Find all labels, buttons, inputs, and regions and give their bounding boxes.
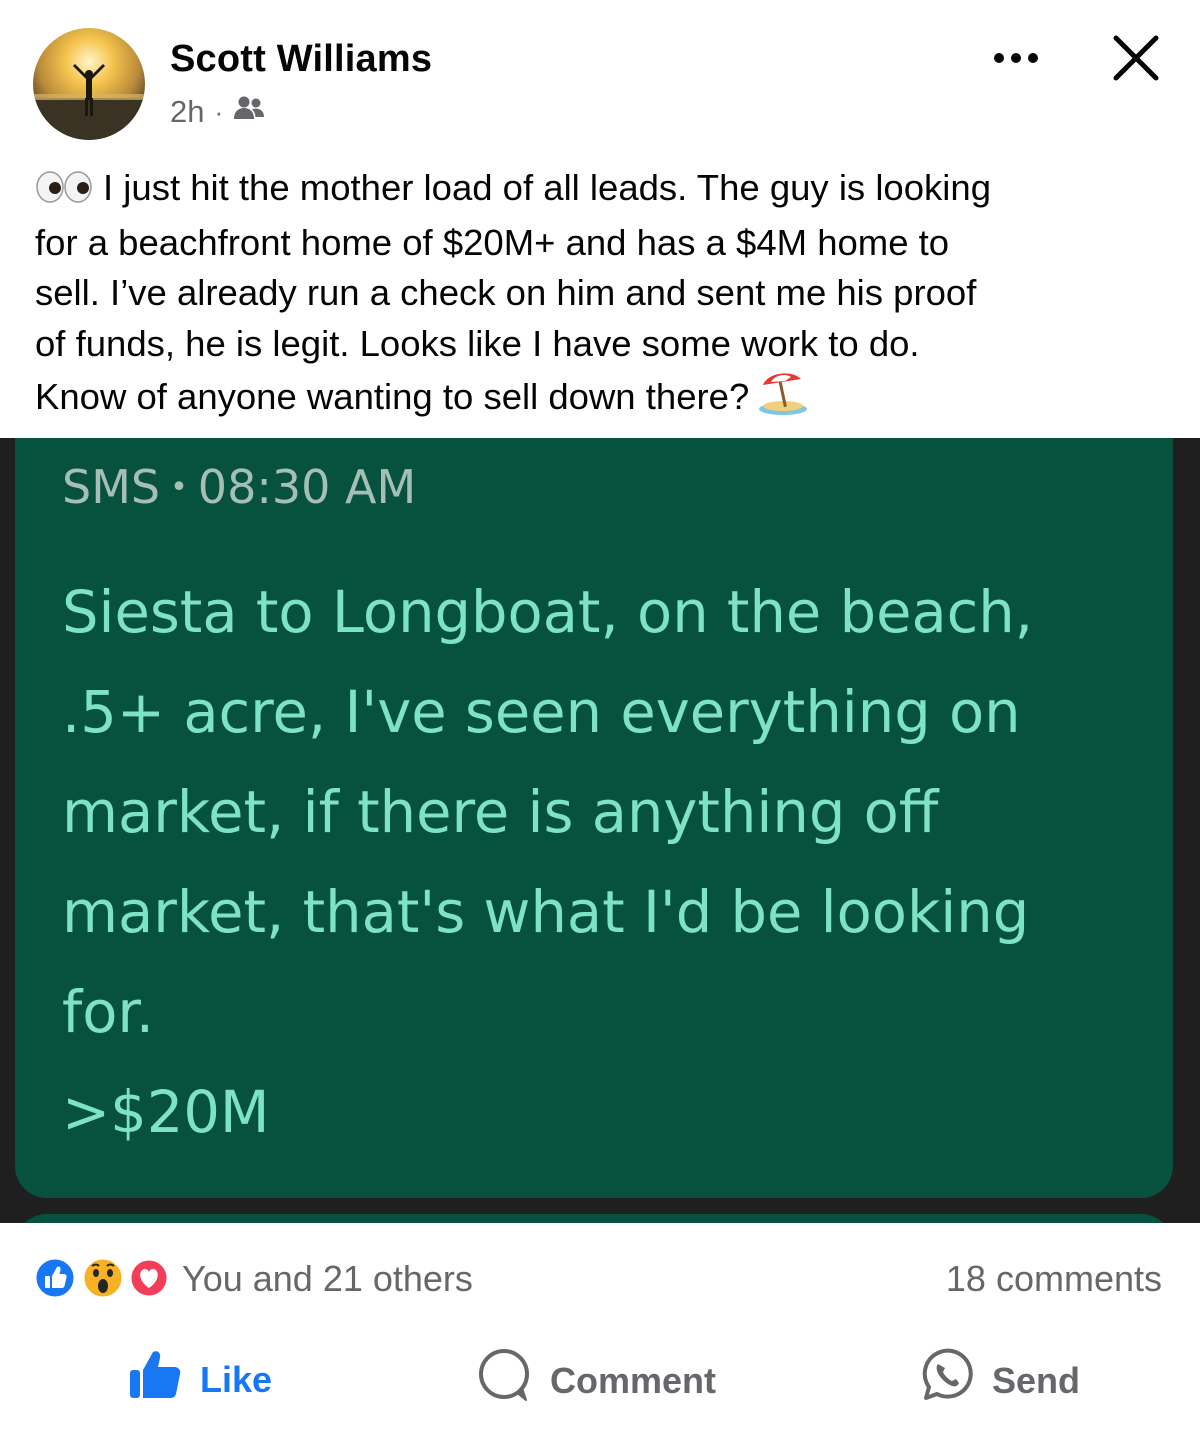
comment-label: Comment	[550, 1359, 717, 1401]
post-header: Scott Williams 2h ·	[0, 0, 1200, 150]
more-options-icon[interactable]	[990, 40, 1042, 76]
beach-umbrella-emoji	[757, 369, 809, 431]
sms-separator: •	[170, 469, 188, 505]
sms-line: market, if there is anything off	[62, 779, 939, 846]
like-label: Like	[200, 1358, 273, 1400]
like-icon	[128, 1348, 182, 1411]
sms-time: 08:30 AM	[197, 460, 417, 514]
caption-line: of funds, he is legit. Looks like I have…	[35, 322, 920, 364]
sms-line: >$20M	[62, 1079, 270, 1146]
sms-line: Siesta to Longboat, on the beach,	[62, 579, 1034, 646]
comment-button[interactable]: Comment	[476, 1348, 716, 1413]
love-reaction-icon	[128, 1257, 170, 1299]
like-reaction-icon	[33, 1256, 77, 1300]
reaction-icons[interactable]	[33, 1256, 173, 1300]
sms-line: .5+ acre, I've seen everything on	[62, 679, 1021, 746]
next-sms-bubble	[15, 1214, 1173, 1223]
close-icon[interactable]	[1110, 32, 1162, 84]
sms-label: SMS	[62, 460, 161, 514]
wow-reaction-icon	[81, 1256, 125, 1300]
sms-line: market, that's what I'd be looking	[62, 879, 1030, 946]
sms-message: Siesta to Longboat, on the beach, .5+ ac…	[62, 563, 1142, 1163]
action-bar: Like Comment Send	[0, 1340, 1200, 1420]
send-label: Send	[992, 1359, 1081, 1401]
friends-icon	[233, 94, 265, 130]
send-button[interactable]: Send	[918, 1348, 1080, 1413]
caption-line: Know of anyone wanting to sell down ther…	[35, 369, 1175, 431]
sms-line: for.	[62, 979, 155, 1046]
meta-separator: ·	[214, 96, 224, 127]
whatsapp-send-icon	[918, 1348, 974, 1413]
caption-line: for a beachfront home of $20M+ and has a…	[35, 221, 950, 263]
comment-count[interactable]: 18 comments	[946, 1258, 1162, 1300]
like-button[interactable]: Like	[128, 1348, 272, 1411]
reactions-row: You and 21 others 18 comments	[0, 1248, 1200, 1308]
avatar[interactable]	[33, 28, 145, 140]
eyes-emoji	[35, 167, 93, 218]
post-time[interactable]: 2h	[170, 94, 204, 130]
post-caption: I just hit the mother load of all leads.…	[35, 163, 1175, 431]
caption-line: sell. I’ve already run a check on him an…	[35, 272, 977, 313]
comment-icon	[476, 1348, 532, 1413]
sms-header: SMS • 08:30 AM	[62, 460, 416, 514]
reaction-count[interactable]: You and 21 others	[182, 1258, 473, 1300]
author-name[interactable]: Scott Williams	[170, 38, 432, 81]
post-meta: 2h ·	[170, 94, 265, 130]
sms-screenshot-image[interactable]: SMS • 08:30 AM Siesta to Longboat, on th…	[0, 438, 1200, 1223]
sms-bubble: SMS • 08:30 AM Siesta to Longboat, on th…	[15, 438, 1173, 1198]
caption-line: I just hit the mother load of all leads.…	[35, 163, 1175, 218]
